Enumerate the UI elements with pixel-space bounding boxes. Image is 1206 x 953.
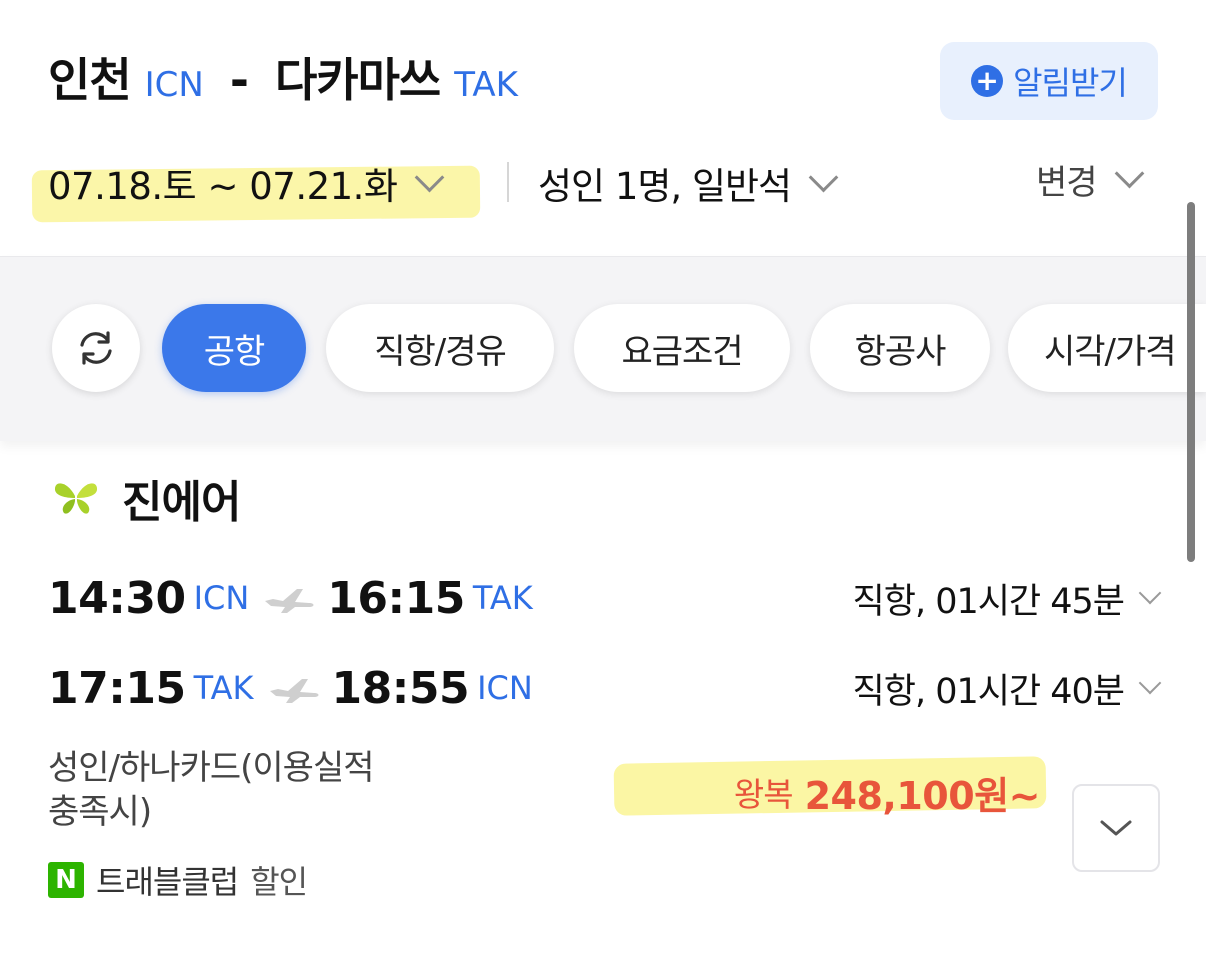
passenger-class-selector[interactable]: 성인 1명, 일반석 [538, 152, 839, 214]
filter-chip-airline[interactable]: 항공사 [810, 304, 990, 392]
jinair-butterfly-logo [54, 483, 98, 514]
outbound-leg-details[interactable]: 직항, 01시간 45분 [852, 566, 1162, 630]
airline-name: 진에어 [122, 477, 241, 528]
origin-code: ICN [144, 65, 204, 105]
airplane-icon [263, 583, 317, 613]
outbound-leg: 14:30 ICN 16:15 TAK [48, 566, 547, 630]
leg-duration: 직항, 01시간 45분 [852, 581, 1125, 622]
leg-duration: 직항, 01시간 40분 [852, 671, 1125, 712]
travel-dates-selector[interactable]: 07.18.토 ~ 07.21.화 [48, 152, 445, 214]
departure-time: 14:30 [48, 572, 186, 624]
filter-chip-direct-stopover[interactable]: 직항/경유 [326, 304, 554, 392]
return-leg: 17:15 TAK 18:55 ICN [48, 656, 547, 720]
price-alert-label: 알림받기 [1013, 64, 1128, 102]
route-separator: - [229, 53, 249, 107]
price-amount: 248,100원~ [804, 773, 1041, 818]
filter-chip-airport[interactable]: 공항 [162, 304, 306, 392]
round-trip-price: 왕복 248,100원~ [640, 762, 1041, 822]
chevron-down-icon [415, 162, 445, 192]
filter-chip-fare-conditions[interactable]: 요금조건 [574, 304, 790, 392]
change-search-button[interactable]: 변경 [1036, 148, 1144, 210]
airplane-icon [268, 673, 322, 703]
airline-header: 진에어 [52, 466, 241, 530]
fare-condition: 성인/하나카드(이용실적 충족시) [48, 746, 468, 834]
chevron-down-icon [1100, 820, 1132, 836]
promo-name: 트래블클럽 [96, 863, 239, 901]
arrival-time: 16:15 [327, 572, 465, 624]
price-alert-button[interactable]: + 알림받기 [940, 42, 1158, 120]
return-leg-details[interactable]: 직항, 01시간 40분 [852, 656, 1162, 720]
promo-row: N 트래블클럽 할인 [48, 856, 308, 904]
arrival-time: 18:55 [331, 662, 470, 714]
chevron-down-icon [808, 162, 839, 192]
price-prefix: 왕복 [733, 775, 794, 814]
departure-airport: TAK [193, 669, 254, 707]
divider [507, 162, 509, 202]
scrollbar[interactable] [1187, 202, 1195, 562]
change-label: 변경 [1036, 162, 1098, 203]
arrival-airport: TAK [472, 579, 533, 617]
departure-airport: ICN [193, 579, 250, 617]
expand-fares-button[interactable] [1072, 784, 1160, 872]
route-title: 인천 ICN - 다카마쓰 TAK [48, 44, 518, 120]
plus-circle-icon: + [971, 65, 1004, 97]
chevron-down-icon [1138, 581, 1162, 605]
fare-condition-line-2: 충족시) [48, 792, 152, 832]
refresh-filters-button[interactable] [52, 304, 140, 392]
travel-dates: 07.18.토 ~ 07.21.화 [48, 165, 398, 208]
naver-n-icon: N [48, 862, 84, 898]
refresh-icon [80, 331, 112, 365]
arrival-airport: ICN [477, 669, 533, 707]
destination-code: TAK [454, 65, 518, 105]
fare-condition-line-1: 성인/하나카드(이용실적 [48, 748, 375, 788]
destination-city: 다카마쓰 [274, 53, 441, 107]
chevron-down-icon [1114, 158, 1144, 188]
filter-chip-time-price[interactable]: 시각/가격 [1008, 304, 1206, 392]
departure-time: 17:15 [48, 662, 186, 714]
passenger-class: 성인 1명, 일반석 [538, 165, 792, 208]
promo-label: 할인 [250, 863, 308, 901]
origin-city: 인천 [48, 53, 132, 107]
chevron-down-icon [1138, 671, 1162, 695]
